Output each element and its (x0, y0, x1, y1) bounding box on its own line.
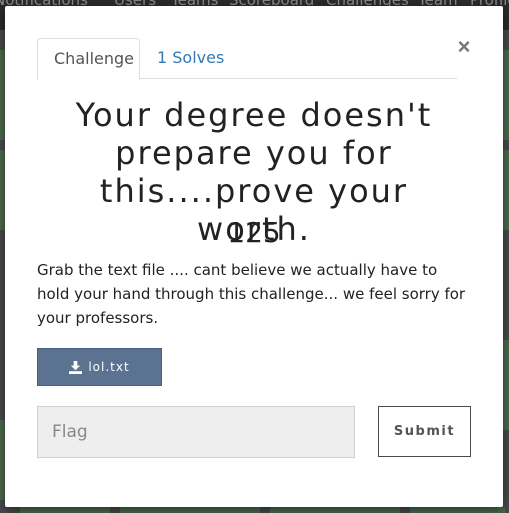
challenge-modal: Challenge 1 Solves × Your degree doesn't… (5, 6, 503, 507)
flag-input[interactable] (37, 406, 355, 458)
bg-tile (503, 340, 509, 430)
challenge-points: 125 (227, 216, 281, 249)
tab-solves[interactable]: 1 Solves (141, 38, 240, 79)
bg-tile (503, 50, 509, 140)
close-button[interactable]: × (455, 36, 473, 58)
download-icon (69, 360, 83, 374)
bg-tile (503, 150, 509, 230)
bg-tile (410, 507, 505, 513)
tab-challenge[interactable]: Challenge (37, 38, 140, 80)
modal-tabs: Challenge 1 Solves (37, 38, 457, 80)
bg-tile (20, 507, 110, 513)
file-name-label: lol.txt (88, 360, 130, 374)
submit-button[interactable]: Submit (378, 406, 471, 457)
file-download-button[interactable]: lol.txt (37, 348, 162, 386)
challenge-description: Grab the text file .... cant believe we … (37, 261, 466, 327)
bg-tile (120, 507, 260, 513)
bg-tile (270, 507, 400, 513)
